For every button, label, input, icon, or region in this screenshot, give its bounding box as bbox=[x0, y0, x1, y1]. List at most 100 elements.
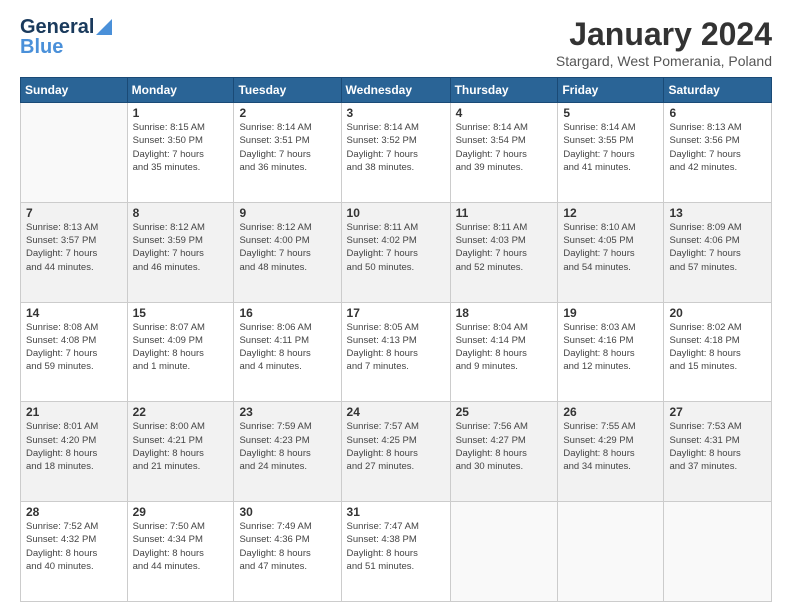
calendar-week-row: 21Sunrise: 8:01 AM Sunset: 4:20 PM Dayli… bbox=[21, 402, 772, 502]
day-info: Sunrise: 7:50 AM Sunset: 4:34 PM Dayligh… bbox=[133, 520, 229, 573]
day-info: Sunrise: 8:06 AM Sunset: 4:11 PM Dayligh… bbox=[239, 321, 335, 374]
calendar-day-cell: 19Sunrise: 8:03 AM Sunset: 4:16 PM Dayli… bbox=[558, 302, 664, 402]
day-number: 27 bbox=[669, 405, 766, 419]
day-info: Sunrise: 8:14 AM Sunset: 3:54 PM Dayligh… bbox=[456, 121, 553, 174]
calendar-day-cell: 20Sunrise: 8:02 AM Sunset: 4:18 PM Dayli… bbox=[664, 302, 772, 402]
calendar-table: SundayMondayTuesdayWednesdayThursdayFrid… bbox=[20, 77, 772, 602]
day-info: Sunrise: 7:53 AM Sunset: 4:31 PM Dayligh… bbox=[669, 420, 766, 473]
day-info: Sunrise: 8:08 AM Sunset: 4:08 PM Dayligh… bbox=[26, 321, 122, 374]
day-number: 13 bbox=[669, 206, 766, 220]
calendar-day-cell: 21Sunrise: 8:01 AM Sunset: 4:20 PM Dayli… bbox=[21, 402, 128, 502]
calendar-day-header: Monday bbox=[127, 78, 234, 103]
title-section: January 2024 Stargard, West Pomerania, P… bbox=[556, 16, 772, 69]
header: General Blue January 2024 Stargard, West… bbox=[20, 16, 772, 69]
day-number: 6 bbox=[669, 106, 766, 120]
day-number: 18 bbox=[456, 306, 553, 320]
calendar-day-cell: 1Sunrise: 8:15 AM Sunset: 3:50 PM Daylig… bbox=[127, 103, 234, 203]
day-info: Sunrise: 7:47 AM Sunset: 4:38 PM Dayligh… bbox=[347, 520, 445, 573]
calendar-day-header: Wednesday bbox=[341, 78, 450, 103]
day-number: 24 bbox=[347, 405, 445, 419]
day-info: Sunrise: 8:14 AM Sunset: 3:51 PM Dayligh… bbox=[239, 121, 335, 174]
day-number: 1 bbox=[133, 106, 229, 120]
day-number: 29 bbox=[133, 505, 229, 519]
calendar-day-cell: 22Sunrise: 8:00 AM Sunset: 4:21 PM Dayli… bbox=[127, 402, 234, 502]
day-number: 31 bbox=[347, 505, 445, 519]
calendar-day-cell: 2Sunrise: 8:14 AM Sunset: 3:51 PM Daylig… bbox=[234, 103, 341, 203]
day-number: 25 bbox=[456, 405, 553, 419]
calendar-day-cell: 26Sunrise: 7:55 AM Sunset: 4:29 PM Dayli… bbox=[558, 402, 664, 502]
subtitle: Stargard, West Pomerania, Poland bbox=[556, 53, 772, 69]
calendar-day-cell: 30Sunrise: 7:49 AM Sunset: 4:36 PM Dayli… bbox=[234, 502, 341, 602]
calendar-day-cell: 9Sunrise: 8:12 AM Sunset: 4:00 PM Daylig… bbox=[234, 202, 341, 302]
day-info: Sunrise: 8:05 AM Sunset: 4:13 PM Dayligh… bbox=[347, 321, 445, 374]
day-info: Sunrise: 7:55 AM Sunset: 4:29 PM Dayligh… bbox=[563, 420, 658, 473]
calendar-day-cell: 25Sunrise: 7:56 AM Sunset: 4:27 PM Dayli… bbox=[450, 402, 558, 502]
day-number: 19 bbox=[563, 306, 658, 320]
day-info: Sunrise: 7:57 AM Sunset: 4:25 PM Dayligh… bbox=[347, 420, 445, 473]
logo-icon bbox=[96, 19, 112, 35]
calendar-day-cell: 17Sunrise: 8:05 AM Sunset: 4:13 PM Dayli… bbox=[341, 302, 450, 402]
day-info: Sunrise: 8:10 AM Sunset: 4:05 PM Dayligh… bbox=[563, 221, 658, 274]
calendar-day-cell: 7Sunrise: 8:13 AM Sunset: 3:57 PM Daylig… bbox=[21, 202, 128, 302]
day-info: Sunrise: 8:03 AM Sunset: 4:16 PM Dayligh… bbox=[563, 321, 658, 374]
day-info: Sunrise: 8:13 AM Sunset: 3:57 PM Dayligh… bbox=[26, 221, 122, 274]
calendar-header-row: SundayMondayTuesdayWednesdayThursdayFrid… bbox=[21, 78, 772, 103]
calendar-day-cell: 24Sunrise: 7:57 AM Sunset: 4:25 PM Dayli… bbox=[341, 402, 450, 502]
day-number: 3 bbox=[347, 106, 445, 120]
calendar-day-header: Friday bbox=[558, 78, 664, 103]
day-info: Sunrise: 8:02 AM Sunset: 4:18 PM Dayligh… bbox=[669, 321, 766, 374]
logo-general: General bbox=[20, 16, 94, 38]
day-info: Sunrise: 8:11 AM Sunset: 4:02 PM Dayligh… bbox=[347, 221, 445, 274]
day-info: Sunrise: 7:59 AM Sunset: 4:23 PM Dayligh… bbox=[239, 420, 335, 473]
calendar-day-cell: 31Sunrise: 7:47 AM Sunset: 4:38 PM Dayli… bbox=[341, 502, 450, 602]
calendar-day-header: Saturday bbox=[664, 78, 772, 103]
calendar-day-cell: 12Sunrise: 8:10 AM Sunset: 4:05 PM Dayli… bbox=[558, 202, 664, 302]
calendar-day-cell bbox=[450, 502, 558, 602]
logo: General Blue bbox=[20, 16, 112, 58]
day-info: Sunrise: 8:07 AM Sunset: 4:09 PM Dayligh… bbox=[133, 321, 229, 374]
day-info: Sunrise: 7:56 AM Sunset: 4:27 PM Dayligh… bbox=[456, 420, 553, 473]
calendar-week-row: 7Sunrise: 8:13 AM Sunset: 3:57 PM Daylig… bbox=[21, 202, 772, 302]
calendar-day-cell: 10Sunrise: 8:11 AM Sunset: 4:02 PM Dayli… bbox=[341, 202, 450, 302]
main-title: January 2024 bbox=[556, 16, 772, 53]
day-number: 2 bbox=[239, 106, 335, 120]
calendar-day-cell: 16Sunrise: 8:06 AM Sunset: 4:11 PM Dayli… bbox=[234, 302, 341, 402]
calendar-day-cell: 3Sunrise: 8:14 AM Sunset: 3:52 PM Daylig… bbox=[341, 103, 450, 203]
day-number: 10 bbox=[347, 206, 445, 220]
calendar-day-header: Thursday bbox=[450, 78, 558, 103]
calendar-day-cell: 27Sunrise: 7:53 AM Sunset: 4:31 PM Dayli… bbox=[664, 402, 772, 502]
day-number: 15 bbox=[133, 306, 229, 320]
day-number: 21 bbox=[26, 405, 122, 419]
day-number: 30 bbox=[239, 505, 335, 519]
calendar-day-cell: 14Sunrise: 8:08 AM Sunset: 4:08 PM Dayli… bbox=[21, 302, 128, 402]
day-info: Sunrise: 8:12 AM Sunset: 4:00 PM Dayligh… bbox=[239, 221, 335, 274]
day-info: Sunrise: 8:12 AM Sunset: 3:59 PM Dayligh… bbox=[133, 221, 229, 274]
page: General Blue January 2024 Stargard, West… bbox=[0, 0, 792, 612]
calendar-day-cell: 5Sunrise: 8:14 AM Sunset: 3:55 PM Daylig… bbox=[558, 103, 664, 203]
day-info: Sunrise: 7:52 AM Sunset: 4:32 PM Dayligh… bbox=[26, 520, 122, 573]
calendar-day-cell: 13Sunrise: 8:09 AM Sunset: 4:06 PM Dayli… bbox=[664, 202, 772, 302]
calendar-week-row: 1Sunrise: 8:15 AM Sunset: 3:50 PM Daylig… bbox=[21, 103, 772, 203]
logo-blue: Blue bbox=[20, 36, 63, 58]
calendar-day-cell bbox=[21, 103, 128, 203]
day-info: Sunrise: 8:09 AM Sunset: 4:06 PM Dayligh… bbox=[669, 221, 766, 274]
day-number: 14 bbox=[26, 306, 122, 320]
calendar-day-header: Sunday bbox=[21, 78, 128, 103]
day-number: 7 bbox=[26, 206, 122, 220]
day-number: 28 bbox=[26, 505, 122, 519]
day-info: Sunrise: 8:14 AM Sunset: 3:52 PM Dayligh… bbox=[347, 121, 445, 174]
calendar-day-cell: 18Sunrise: 8:04 AM Sunset: 4:14 PM Dayli… bbox=[450, 302, 558, 402]
day-number: 20 bbox=[669, 306, 766, 320]
calendar-day-header: Tuesday bbox=[234, 78, 341, 103]
day-info: Sunrise: 8:01 AM Sunset: 4:20 PM Dayligh… bbox=[26, 420, 122, 473]
calendar-day-cell: 23Sunrise: 7:59 AM Sunset: 4:23 PM Dayli… bbox=[234, 402, 341, 502]
calendar-day-cell: 6Sunrise: 8:13 AM Sunset: 3:56 PM Daylig… bbox=[664, 103, 772, 203]
calendar-day-cell bbox=[558, 502, 664, 602]
day-info: Sunrise: 8:00 AM Sunset: 4:21 PM Dayligh… bbox=[133, 420, 229, 473]
day-number: 5 bbox=[563, 106, 658, 120]
day-number: 26 bbox=[563, 405, 658, 419]
day-number: 11 bbox=[456, 206, 553, 220]
calendar-day-cell: 11Sunrise: 8:11 AM Sunset: 4:03 PM Dayli… bbox=[450, 202, 558, 302]
calendar-day-cell: 29Sunrise: 7:50 AM Sunset: 4:34 PM Dayli… bbox=[127, 502, 234, 602]
calendar-day-cell bbox=[664, 502, 772, 602]
